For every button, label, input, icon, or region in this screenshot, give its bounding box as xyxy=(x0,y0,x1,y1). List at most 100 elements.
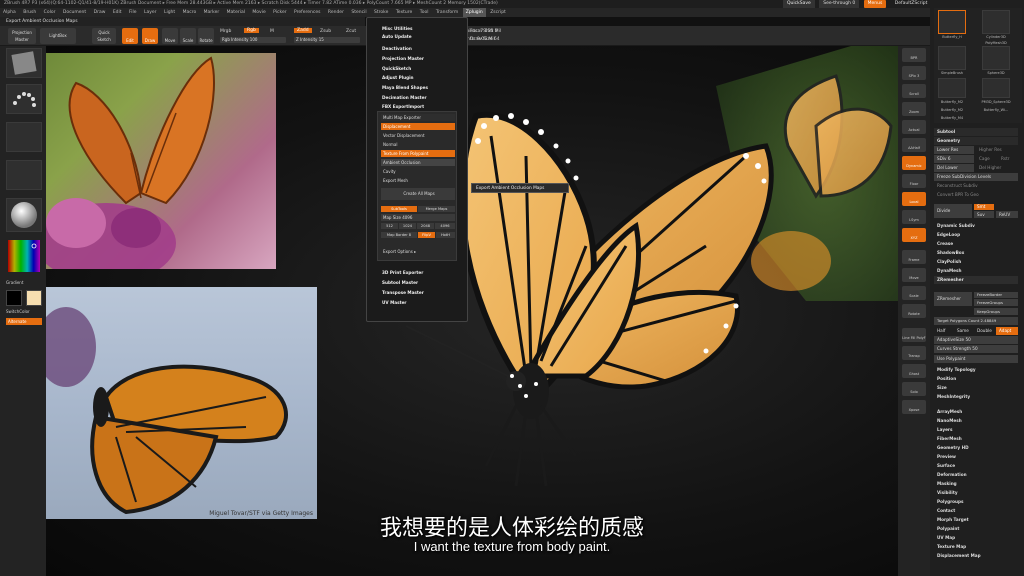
menu-zscript[interactable]: Zscript xyxy=(487,8,509,17)
alternate-button[interactable]: Alternate xyxy=(6,318,42,325)
lightbox-button[interactable]: LightBox xyxy=(40,28,76,44)
menu-item-deactivation[interactable]: Deactivation xyxy=(382,46,412,51)
menu-item-quicksketch[interactable]: QuickSketch xyxy=(382,66,411,71)
lower-res-button[interactable]: Lower Res xyxy=(934,146,974,154)
same-button[interactable]: Same xyxy=(954,327,974,335)
menu-item-subtool-master[interactable]: Subtool Master xyxy=(382,280,418,285)
zsub-toggle[interactable]: Zsub xyxy=(320,29,331,34)
aahalf-button[interactable]: AAHalf xyxy=(902,138,926,152)
menu-marker[interactable]: Marker xyxy=(201,8,223,17)
menu-edit[interactable]: Edit xyxy=(110,8,125,17)
edit-button[interactable]: Edit xyxy=(122,28,138,44)
menu-transform[interactable]: Transform xyxy=(433,8,461,17)
polygroups-section[interactable]: Polygroups xyxy=(934,498,1018,506)
menu-item-uv-master[interactable]: UV Master xyxy=(382,300,407,305)
keep-groups-toggle[interactable]: KeepGroups xyxy=(974,308,1018,315)
higher-res-button[interactable]: Higher Res xyxy=(976,146,1018,154)
smt-toggle[interactable]: Smt xyxy=(974,204,994,210)
rotate-view-button[interactable]: Rotate xyxy=(902,304,926,318)
layers-section[interactable]: Layers xyxy=(934,426,1018,434)
menu-zplugin[interactable]: Zplugin xyxy=(462,8,486,17)
freeze-subdivision-button[interactable]: Freeze SubDivision Levels xyxy=(934,173,1018,181)
tool-thumb-butterfly-m2[interactable] xyxy=(938,78,966,98)
displacement-toggle[interactable]: Displacement xyxy=(381,123,455,130)
menu-movie[interactable]: Movie xyxy=(249,8,268,17)
scale-button[interactable]: Scale xyxy=(180,28,196,44)
arraymesh-section[interactable]: ArrayMesh xyxy=(934,408,1018,416)
size-2048-button[interactable]: 2048 xyxy=(417,223,434,229)
subtool-header[interactable]: Subtool xyxy=(934,128,1018,136)
tool-thumb-butterfly[interactable] xyxy=(938,10,966,34)
size-1024-button[interactable]: 1024 xyxy=(399,223,416,229)
gradient-label[interactable]: Gradient xyxy=(6,280,23,285)
menu-material[interactable]: Material xyxy=(224,8,248,17)
projection-master-button[interactable]: Projection Master xyxy=(8,28,36,44)
map-size-slider[interactable]: Map Size 4096 xyxy=(381,214,455,221)
half-button[interactable]: Half xyxy=(934,327,954,335)
floor-button[interactable]: Floor xyxy=(902,174,926,188)
menu-macro[interactable]: Macro xyxy=(180,8,200,17)
menu-render[interactable]: Render xyxy=(325,8,347,17)
map-border-slider[interactable]: Map Border 8 xyxy=(381,232,417,238)
brush-thumbnail[interactable] xyxy=(6,48,42,78)
del-lower-button[interactable]: Del Lower xyxy=(934,164,974,172)
menu-alpha[interactable]: Alpha xyxy=(0,8,19,17)
vector-displacement-toggle[interactable]: Vector Displacement xyxy=(381,132,455,139)
rstr-button[interactable]: Rstr xyxy=(998,155,1018,163)
cage-button[interactable]: Cage xyxy=(976,155,996,163)
crease-section[interactable]: Crease xyxy=(934,240,1018,248)
preview-section[interactable]: Preview xyxy=(934,453,1018,461)
zremesher-section[interactable]: ZRemesher xyxy=(934,276,1018,284)
menu-document[interactable]: Document xyxy=(60,8,89,17)
subtools-toggle[interactable]: SubTools xyxy=(381,206,417,212)
menu-color[interactable]: Color xyxy=(41,8,59,17)
multi-map-exporter-title[interactable]: Multi Map Exporter xyxy=(381,114,455,121)
merge-maps-toggle[interactable]: Merge Maps xyxy=(418,206,455,212)
lsym-button[interactable]: LSym xyxy=(902,210,926,224)
deformation-section[interactable]: Deformation xyxy=(934,471,1018,479)
menu-layer[interactable]: Layer xyxy=(141,8,160,17)
xpose-button[interactable]: Xpose xyxy=(902,400,926,414)
rotate-button[interactable]: Rotate xyxy=(198,28,214,44)
solo-button[interactable]: Solo xyxy=(902,382,926,396)
rgb-toggle[interactable]: Rgb xyxy=(244,28,259,33)
rgb-intensity-slider[interactable]: Rgb Intensity 100 xyxy=(220,37,286,43)
menu-brush[interactable]: Brush xyxy=(20,8,39,17)
flip-v-toggle[interactable]: FlipV xyxy=(418,232,435,238)
secondary-color-swatch[interactable] xyxy=(26,290,42,306)
zremesher-button[interactable]: ZRemesher xyxy=(934,292,972,306)
menu-item-auto-update[interactable]: Auto Update xyxy=(382,34,412,39)
menu-stencil[interactable]: Stencil xyxy=(348,8,369,17)
menu-item-fbx-export-import[interactable]: FBX ExportImport xyxy=(382,104,424,109)
geometry-hd-section[interactable]: Geometry HD xyxy=(934,444,1018,452)
persp-button[interactable]: Dynamic Persp xyxy=(902,156,926,188)
spix-button[interactable]: SPix 3 xyxy=(902,66,926,80)
actual-button[interactable]: Actual xyxy=(902,120,926,134)
size-section[interactable]: Size xyxy=(934,384,1018,392)
freeze-groups-toggle[interactable]: FreezeGroups xyxy=(974,299,1018,306)
zcut-toggle[interactable]: Zcut xyxy=(346,29,356,34)
tool-thumb-cylinder[interactable] xyxy=(982,10,1010,34)
color-picker[interactable] xyxy=(4,238,44,276)
texture-thumbnail[interactable] xyxy=(6,160,42,190)
menu-file[interactable]: File xyxy=(126,8,140,17)
polyframe-button[interactable]: Line Fill PolyF xyxy=(902,328,926,342)
see-through-slider[interactable]: See-through 0 xyxy=(819,0,860,8)
adapt-toggle[interactable]: Adapt xyxy=(996,327,1018,335)
export-options-button[interactable]: Export Options ▸ xyxy=(381,248,455,255)
m-toggle[interactable]: M xyxy=(270,29,274,34)
transp-button[interactable]: Transp xyxy=(902,346,926,360)
target-polygons-slider[interactable]: Target Polygons Count 2.48849 xyxy=(934,317,1018,325)
ghost-button[interactable]: Ghost xyxy=(902,364,926,378)
alpha-thumbnail[interactable] xyxy=(6,122,42,152)
freeze-border-toggle[interactable]: FreezeBorder xyxy=(974,292,1018,298)
convert-bpr-button[interactable]: Convert BPR To Geo xyxy=(934,191,1018,199)
menu-item-3d-print-exporter[interactable]: 3D Print Exporter xyxy=(382,270,423,275)
create-all-maps-button[interactable]: Create All Maps xyxy=(381,188,455,200)
xyz-button[interactable]: XYZ xyxy=(902,228,926,242)
visibility-section[interactable]: Visibility xyxy=(934,489,1018,497)
fibermesh-section[interactable]: FiberMesh xyxy=(934,435,1018,443)
scale-view-button[interactable]: Scale xyxy=(902,286,926,300)
mrgb-toggle[interactable]: Mrgb xyxy=(220,29,231,34)
menu-draw[interactable]: Draw xyxy=(91,8,109,17)
